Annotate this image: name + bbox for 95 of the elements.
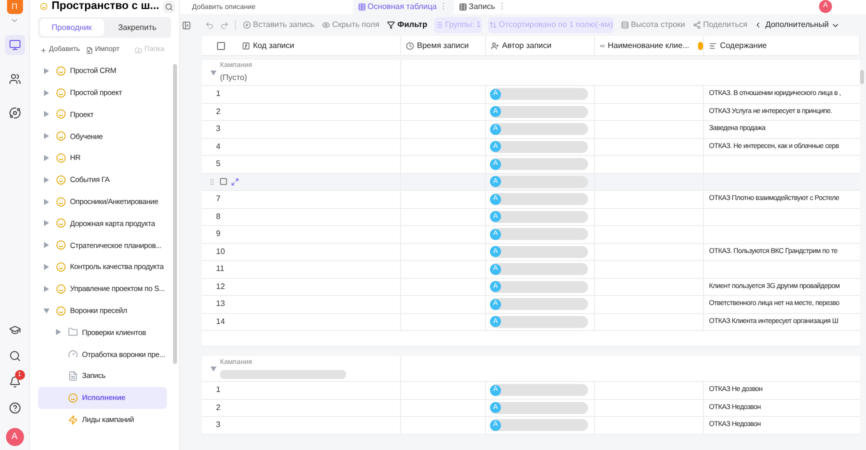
row-number: 1 <box>216 88 220 100</box>
caret-icon[interactable] <box>44 176 49 183</box>
row-number: 4 <box>216 140 220 153</box>
caret-icon[interactable] <box>44 111 49 118</box>
row-number: 8 <box>216 210 220 223</box>
lookup-icon <box>600 42 605 50</box>
row-number: 3 <box>216 123 220 136</box>
share-icon <box>693 21 702 29</box>
caret-icon[interactable] <box>44 308 50 314</box>
table-icon <box>458 3 467 11</box>
insert-icon <box>243 21 251 29</box>
toolbar-button[interactable]: Дополнительный <box>764 17 841 33</box>
sort-icon <box>488 21 497 29</box>
emoji-icon <box>56 306 66 316</box>
caret-icon[interactable] <box>44 90 49 96</box>
row-number: 5 <box>216 158 220 170</box>
formula-icon <box>242 42 250 50</box>
emoji-icon <box>56 262 66 272</box>
column-header[interactable]: Содержание <box>704 36 860 55</box>
redo-icon[interactable] <box>220 20 229 30</box>
caret-icon[interactable] <box>44 155 49 162</box>
emoji-icon <box>68 392 78 403</box>
group-icon <box>435 21 444 29</box>
graduation-cap-icon[interactable] <box>8 324 20 336</box>
emoji-icon <box>40 2 48 11</box>
row-number: 7 <box>216 193 220 206</box>
group-value: (Пусто) <box>220 72 248 84</box>
sidebar-tab[interactable]: Проводник <box>40 19 104 36</box>
row-number: 10 <box>216 246 225 258</box>
row-checkbox[interactable] <box>220 178 227 186</box>
caret-icon[interactable] <box>44 220 49 226</box>
height-icon <box>620 21 629 29</box>
emoji-icon <box>56 88 66 98</box>
time-icon <box>406 42 414 50</box>
hide-icon <box>322 21 330 29</box>
row-number: 2 <box>216 106 220 118</box>
emoji-icon <box>56 153 66 164</box>
folder-icon <box>68 327 78 338</box>
row-number: 1 <box>216 384 220 396</box>
toolbar-button[interactable]: Фильтр <box>386 17 428 33</box>
scrollbar[interactable] <box>173 64 177 364</box>
emoji-icon <box>56 240 66 250</box>
caret-icon[interactable] <box>44 264 49 270</box>
caret-icon[interactable] <box>44 286 49 292</box>
column-header[interactable]: Наименование клие... <box>595 36 704 55</box>
row-number: 9 <box>216 228 220 240</box>
caret-icon[interactable] <box>44 242 49 248</box>
row-number: 14 <box>216 316 225 328</box>
import-icon <box>86 46 93 54</box>
emoji-icon <box>56 174 66 185</box>
caret-icon[interactable] <box>210 70 216 75</box>
emoji-icon <box>56 109 66 120</box>
view-tab[interactable]: Запись ⋮ <box>454 0 512 14</box>
user-icon <box>491 42 499 50</box>
filter-icon <box>387 21 396 29</box>
emoji-icon <box>56 218 66 228</box>
emoji-icon <box>56 196 66 207</box>
collapse-sidebar-icon[interactable] <box>182 20 191 30</box>
dashboard-icon <box>68 349 78 360</box>
column-header[interactable]: Время записи <box>401 36 486 55</box>
row-number: 3 <box>216 419 220 432</box>
undo-icon[interactable] <box>205 20 214 30</box>
help-icon[interactable] <box>8 402 20 414</box>
caret-icon[interactable] <box>56 329 61 336</box>
scrollbar[interactable] <box>860 70 864 84</box>
sidebar-tab[interactable]: Закрепить <box>106 19 169 36</box>
expand-icon[interactable] <box>231 178 239 186</box>
bell-icon[interactable] <box>8 376 20 388</box>
caret-icon[interactable] <box>44 198 49 205</box>
form-icon <box>68 371 78 382</box>
table-icon <box>358 3 366 11</box>
chevron-down-icon[interactable] <box>10 16 19 25</box>
text-icon <box>709 42 717 50</box>
emoji-icon <box>56 284 66 294</box>
caret-icon[interactable] <box>44 133 49 140</box>
emoji-icon <box>56 66 66 76</box>
row-number: 12 <box>216 280 225 293</box>
space-title: Пространство с ш... <box>52 0 160 14</box>
folder-icon <box>135 46 142 54</box>
caret-icon[interactable] <box>44 68 49 74</box>
row-number: 13 <box>216 298 225 310</box>
search-icon <box>165 2 174 10</box>
emoji-icon <box>56 131 66 142</box>
column-header[interactable]: Автор записи <box>486 36 595 55</box>
drag-handle-icon[interactable] <box>208 178 216 186</box>
view-tab[interactable]: Основная таблица ⋮ <box>352 0 454 14</box>
search-button[interactable] <box>163 0 175 12</box>
column-header[interactable]: Код записи <box>202 36 401 55</box>
search-icon[interactable] <box>8 350 20 362</box>
row-number: 2 <box>216 402 220 414</box>
row-number: 11 <box>216 263 224 276</box>
add-icon <box>40 46 47 54</box>
select-all-checkbox[interactable] <box>217 42 225 50</box>
bolt-icon <box>68 414 78 425</box>
monitor-icon[interactable] <box>4 35 24 55</box>
